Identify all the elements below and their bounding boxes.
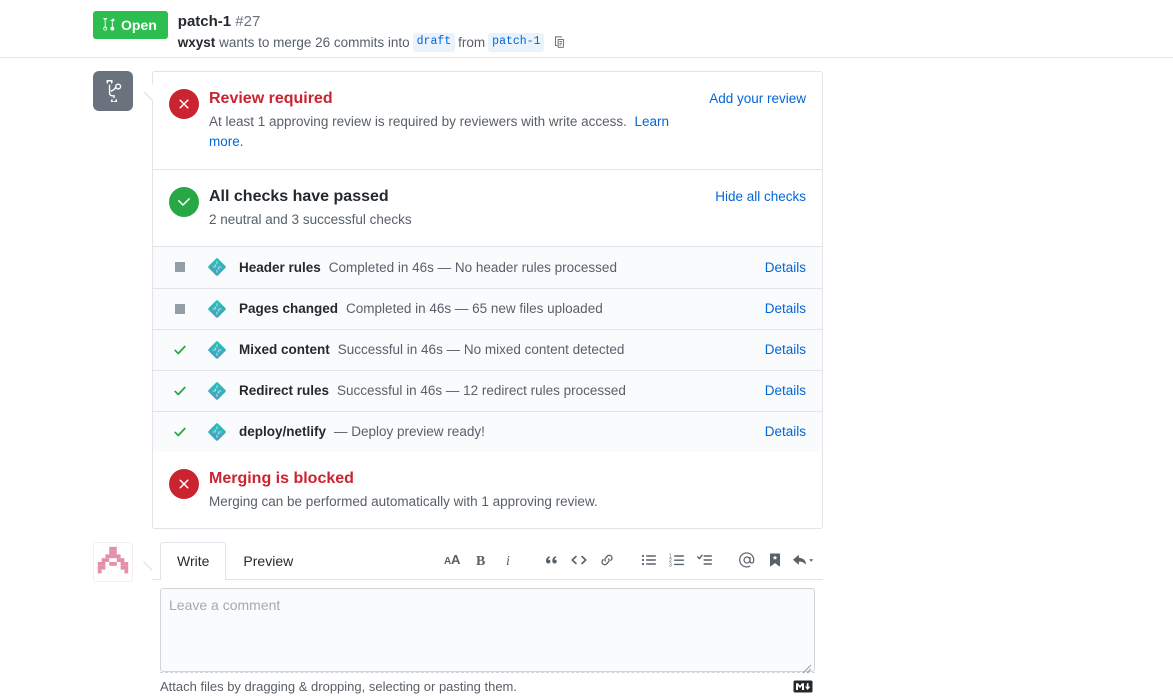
reply-icon[interactable] <box>789 547 817 573</box>
pr-author[interactable]: wxyst <box>178 33 216 53</box>
heading-icon[interactable]: A A <box>439 547 467 573</box>
attach-files-bar[interactable]: Attach files by dragging & dropping, sel… <box>152 673 823 698</box>
svg-text:i: i <box>506 554 510 568</box>
check-description: — Deploy preview ready! <box>334 424 753 439</box>
ordered-list-icon[interactable]: 1 2 3 <box>663 547 691 573</box>
checks-list: Header rules Completed in 46s — No header… <box>153 246 822 452</box>
review-required-description: At least 1 approving review is required … <box>209 112 697 153</box>
code-icon[interactable] <box>565 547 593 573</box>
check-state-icon <box>169 384 191 398</box>
git-pull-request-icon <box>102 18 116 32</box>
markdown-mark-icon[interactable] <box>793 680 813 693</box>
merge-status-card: Review required At least 1 approving rev… <box>152 71 823 529</box>
pull-request-header: Open patch-1 #27 wxyst wants to merge 26… <box>0 0 1173 58</box>
markdown-toolbar: A A B i <box>439 547 823 579</box>
pr-number: #27 <box>235 13 260 30</box>
netlify-logo-icon <box>207 299 239 319</box>
copy-to-clipboard-icon[interactable] <box>552 35 566 49</box>
svg-text:B: B <box>476 554 485 568</box>
merge-text-middle: from <box>458 33 485 53</box>
comment-form-row: Write Preview A A B <box>93 529 1173 698</box>
tab-preview[interactable]: Preview <box>226 542 310 580</box>
neutral-square-icon <box>175 262 185 272</box>
svg-text:A: A <box>451 552 461 567</box>
check-name: deploy/netlify <box>239 424 326 439</box>
check-description: Successful in 46s — 12 redirect rules pr… <box>337 383 753 398</box>
check-row: deploy/netlify — Deploy preview ready! Det… <box>153 411 822 452</box>
tab-write[interactable]: Write <box>160 542 226 580</box>
link-icon[interactable] <box>593 547 621 573</box>
merge-text-before: wants to merge 26 commits into <box>219 33 410 53</box>
checks-summary-section: All checks have passed 2 neutral and 3 s… <box>153 169 822 246</box>
git-merge-icon <box>93 71 133 111</box>
check-details-link[interactable]: Details <box>765 260 806 275</box>
netlify-logo-icon <box>207 422 239 442</box>
check-details-link[interactable]: Details <box>765 424 806 439</box>
page-title: patch-1 #27 <box>178 12 567 32</box>
check-icon <box>173 425 187 439</box>
check-description: Completed in 46s — 65 new files uploaded <box>346 301 753 316</box>
unordered-list-icon[interactable] <box>635 547 663 573</box>
attach-files-text: Attach files by dragging & dropping, sel… <box>160 679 793 694</box>
italic-icon[interactable]: i <box>495 547 523 573</box>
review-required-description-text: At least 1 approving review is required … <box>209 114 627 129</box>
add-your-review-link[interactable]: Add your review <box>709 88 806 106</box>
status-badge-label: Open <box>121 18 157 32</box>
check-description: Completed in 46s — No header rules proce… <box>329 260 753 275</box>
check-circle-icon <box>169 187 199 217</box>
checks-summary-heading: All checks have passed <box>209 187 703 207</box>
bold-icon[interactable]: B <box>467 547 495 573</box>
netlify-logo-icon <box>207 257 239 277</box>
check-name: Mixed content <box>239 342 330 357</box>
check-name: Pages changed <box>239 301 338 316</box>
mention-icon[interactable] <box>733 547 761 573</box>
checks-summary-description: 2 neutral and 3 successful checks <box>209 210 703 230</box>
quote-icon[interactable] <box>537 547 565 573</box>
saved-reply-icon[interactable] <box>761 547 789 573</box>
comment-form: Write Preview A A B <box>152 542 823 698</box>
x-circle-icon <box>169 89 199 119</box>
check-details-link[interactable]: Details <box>765 383 806 398</box>
merging-blocked-section: Merging is blocked Merging can be perfor… <box>153 452 822 528</box>
hide-all-checks-link[interactable]: Hide all checks <box>715 186 806 204</box>
check-details-link[interactable]: Details <box>765 301 806 316</box>
comment-body <box>152 580 823 672</box>
merge-status-row: Review required At least 1 approving rev… <box>93 58 1173 529</box>
check-icon <box>173 384 187 398</box>
check-details-link[interactable]: Details <box>765 342 806 357</box>
check-row: Pages changed Completed in 46s — 65 new f… <box>153 288 822 329</box>
check-name: Header rules <box>239 260 321 275</box>
netlify-logo-icon <box>207 340 239 360</box>
check-state-icon <box>169 304 191 314</box>
pr-merge-summary: wxyst wants to merge 26 commits into dra… <box>178 33 567 53</box>
task-list-icon[interactable] <box>691 547 719 573</box>
comment-input[interactable] <box>160 588 815 672</box>
check-icon <box>173 343 187 357</box>
svg-text:3: 3 <box>669 562 672 568</box>
pr-title-text: patch-1 <box>178 13 231 30</box>
user-identicon-avatar[interactable] <box>93 542 133 582</box>
review-required-section: Review required At least 1 approving rev… <box>153 72 822 169</box>
status-badge: Open <box>93 11 168 39</box>
check-row: Mixed content Successful in 46s — No mixe… <box>153 329 822 370</box>
check-state-icon <box>169 425 191 439</box>
head-branch-chip[interactable]: patch-1 <box>488 33 544 52</box>
netlify-logo-icon <box>207 381 239 401</box>
merging-blocked-heading: Merging is blocked <box>209 469 806 489</box>
review-required-heading: Review required <box>209 89 697 109</box>
check-row: Header rules Completed in 46s — No header… <box>153 247 822 288</box>
check-description: Successful in 46s — No mixed content det… <box>338 342 753 357</box>
comment-tabnav: Write Preview A A B <box>152 542 823 580</box>
merging-blocked-description: Merging can be performed automatically w… <box>209 492 806 512</box>
x-circle-icon <box>169 469 199 499</box>
check-state-icon <box>169 262 191 272</box>
base-branch-chip[interactable]: draft <box>413 33 456 52</box>
neutral-square-icon <box>175 304 185 314</box>
check-name: Redirect rules <box>239 383 329 398</box>
check-row: Redirect rules Successful in 46s — 12 red… <box>153 370 822 411</box>
check-state-icon <box>169 343 191 357</box>
pull-request-timeline: Review required At least 1 approving rev… <box>0 58 1173 698</box>
